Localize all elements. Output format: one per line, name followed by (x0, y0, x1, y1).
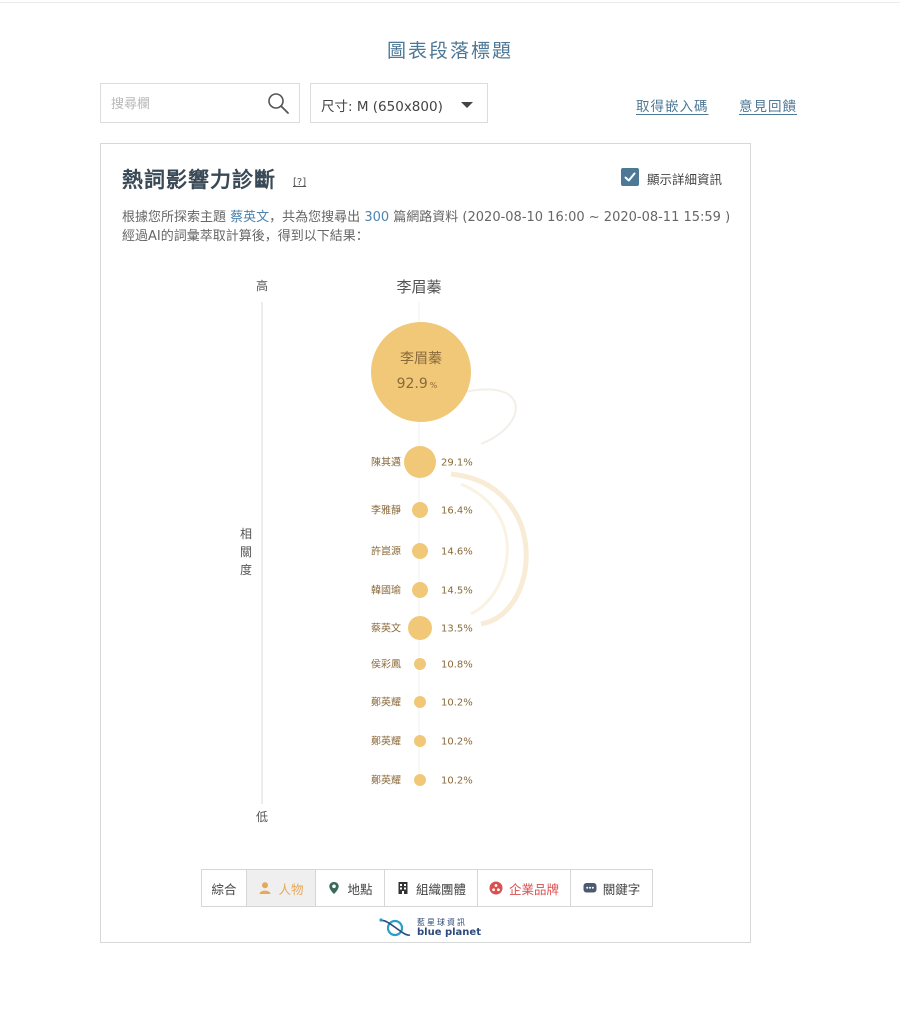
main-bubble-value-number: 92.9 (397, 376, 428, 392)
chart-card: 熱詞影響力診斷 [?] 顯示詳細資訊 根據您所探索主題 蔡英文，共為您搜尋出 3… (100, 143, 751, 943)
page-title: 圖表段落標題 (386, 40, 513, 62)
bubble-name: 李雅靜 (371, 504, 401, 517)
relevance-chart: 高 低 相關度 李眉蓁 李眉蓁 92.9% 陳其邁 29.1% 李雅靜 16.4% 許崑… (240, 278, 529, 824)
axis-high-label: 高 (256, 278, 268, 293)
decor-curve (455, 388, 517, 445)
bubble[interactable] (414, 658, 426, 670)
bubble[interactable] (404, 446, 436, 478)
bubble[interactable] (408, 616, 432, 640)
chart-header: 李眉蓁 (396, 278, 441, 296)
bubble-name: 鄭英耀 (371, 735, 401, 748)
bubble-value: 16.4% (441, 506, 473, 517)
bubble-row[interactable]: 韓國瑜 14.5% (371, 582, 473, 598)
bubble-list: 陳其邁 29.1% 李雅靜 16.4% 許崑源 14.6% 韓國瑜 14.5% 蔡英文 13.5%… (371, 446, 473, 787)
person-icon (258, 881, 272, 895)
brand-icon (489, 881, 503, 895)
location-pin-icon (327, 881, 341, 895)
tab-label: 組織團體 (415, 881, 466, 897)
bubble-value: 10.2% (441, 698, 473, 709)
bubble-name: 鄭英耀 (371, 696, 401, 709)
chevron-down-icon (461, 102, 473, 108)
bubble-row[interactable]: 鄭英耀 10.2% (371, 735, 473, 748)
main-bubble[interactable] (371, 322, 471, 422)
blue-planet-logo: 藍星球資訊 blue planet (377, 915, 487, 941)
building-icon (396, 881, 410, 895)
bubble-row[interactable]: 鄭英耀 10.2% (371, 774, 473, 787)
bubble[interactable] (412, 502, 428, 518)
chat-icon (583, 881, 597, 895)
bubble-name: 侯彩鳳 (371, 658, 401, 671)
tab-people[interactable]: 人物 (247, 870, 316, 906)
bubble-name: 韓國瑜 (371, 584, 401, 597)
tab-label: 關鍵字 (602, 881, 641, 897)
bubble-name: 蔡英文 (371, 622, 401, 635)
tab-keywords[interactable]: 關鍵字 (571, 870, 652, 906)
tab-brands[interactable]: 企業品牌 (478, 870, 571, 906)
bubble[interactable] (414, 735, 426, 747)
bubble[interactable] (412, 543, 428, 559)
bubble-row[interactable]: 許崑源 14.6% (371, 543, 473, 559)
tab-general[interactable]: 綜合 (202, 870, 247, 906)
tab-places[interactable]: 地點 (316, 870, 385, 906)
embed-code-link[interactable]: 取得嵌入碼 (636, 95, 709, 115)
axis-label: 相關度 (240, 527, 252, 577)
axis-low-label: 低 (256, 810, 268, 824)
bubble-value: 14.5% (441, 586, 473, 597)
bubble-name: 許崑源 (371, 545, 401, 558)
bubble-name: 鄭英耀 (371, 774, 401, 787)
axis-label-char: 度 (240, 562, 252, 577)
bubble-value: 10.8% (441, 660, 473, 671)
planet-logo-icon (379, 918, 411, 937)
size-select[interactable]: 尺寸: M (650x800) (310, 83, 488, 123)
main-bubble-value-unit: % (430, 381, 438, 390)
tab-organizations[interactable]: 組織團體 (385, 870, 478, 906)
bubble-row[interactable]: 侯彩鳳 10.8% (371, 658, 473, 671)
bubble-name: 陳其邁 (371, 456, 401, 469)
category-tabs: 綜合 人物 地點 組織團體 企業品牌 關鍵字 (201, 869, 653, 907)
feedback-link[interactable]: 意見回饋 (739, 95, 797, 115)
bubble[interactable] (412, 582, 428, 598)
tab-label: 企業品牌 (508, 881, 559, 897)
bubble-row[interactable]: 蔡英文 13.5% (371, 616, 473, 640)
bubble-value: 29.1% (441, 458, 473, 469)
bubble[interactable] (414, 696, 426, 708)
top-divider (0, 2, 900, 3)
size-select-value: 尺寸: M (650x800) (321, 99, 443, 115)
bubble-value: 10.2% (441, 737, 473, 748)
axis-label-char: 相 (240, 527, 252, 541)
search-icon[interactable] (266, 91, 290, 115)
bubble-value: 13.5% (441, 624, 473, 635)
tab-label: 地點 (347, 881, 373, 897)
bubble[interactable] (414, 774, 426, 786)
bubble-value: 10.2% (441, 776, 473, 787)
bubble-row[interactable]: 鄭英耀 10.2% (371, 696, 473, 709)
main-bubble-name: 李眉蓁 (400, 351, 442, 367)
logo-en-text: blue planet (417, 927, 481, 938)
search-input[interactable] (111, 93, 261, 115)
tab-label: 人物 (278, 881, 304, 897)
bubble-row[interactable]: 李雅靜 16.4% (371, 502, 473, 518)
tab-label: 綜合 (211, 881, 237, 897)
bubble-value: 14.6% (441, 547, 473, 558)
axis-label-char: 關 (240, 545, 252, 559)
